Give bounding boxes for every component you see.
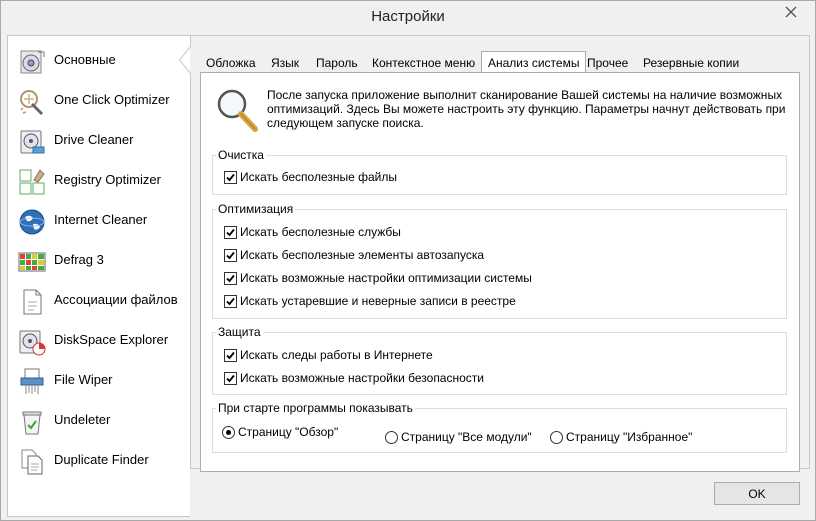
option-label: Искать устаревшие и неверные записи в ре… <box>240 294 516 308</box>
tab-bar: Обложка Язык Пароль Контекстное меню Ана… <box>200 51 800 73</box>
shredder-icon <box>20 368 44 394</box>
radio-button[interactable] <box>222 425 235 439</box>
radio-favorites[interactable]: Страницу "Избранное" <box>550 429 692 445</box>
check-icon <box>226 351 235 359</box>
checkbox[interactable] <box>224 348 237 362</box>
sidebar-item-label: Registry Optimizer <box>54 172 161 187</box>
sidebar-item-label: Defrag 3 <box>54 252 104 267</box>
info-description: После запуска приложение выполнит сканир… <box>267 88 786 130</box>
tab-password[interactable]: Пароль <box>316 54 358 72</box>
sidebar-item-file-wiper[interactable]: File Wiper <box>8 360 190 400</box>
sidebar-item-label: Ассоциации файлов <box>54 292 178 307</box>
magnifier-icon <box>217 89 258 132</box>
group-title: Защита <box>216 325 263 339</box>
option-security-settings[interactable]: Искать возможные настройки безопасности <box>224 370 484 386</box>
close-button[interactable] <box>771 1 810 22</box>
settings-window: Настройки Основные One Click Optimizer D… <box>0 0 816 521</box>
option-internet-traces[interactable]: Искать следы работы в Интернете <box>224 347 433 363</box>
checkbox[interactable] <box>224 271 237 285</box>
tab-language[interactable]: Язык <box>271 54 299 72</box>
tab-panel: После запуска приложение выполнит сканир… <box>200 72 800 472</box>
check-icon <box>226 297 235 305</box>
duplicate-files-icon <box>21 449 43 475</box>
sidebar-item-file-associations[interactable]: Ассоциации файлов <box>8 280 190 320</box>
option-registry-entries[interactable]: Искать устаревшие и неверные записи в ре… <box>224 293 516 309</box>
window-title: Настройки <box>371 8 445 25</box>
radio-overview[interactable]: Страницу "Обзор" <box>222 424 338 440</box>
sidebar-item-undeleter[interactable]: Undeleter <box>8 400 190 440</box>
disk-pie-icon <box>19 330 46 356</box>
group-cleanup: Очистка Искать бесполезные файлы <box>212 148 787 195</box>
radio-label: Страницу "Обзор" <box>238 425 339 439</box>
checkbox[interactable] <box>224 371 237 385</box>
option-label: Искать бесполезные файлы <box>240 170 398 184</box>
radio-button[interactable] <box>550 430 563 444</box>
magic-wand-icon <box>20 90 44 116</box>
sidebar-item-label: Duplicate Finder <box>54 452 149 467</box>
sidebar-item-general[interactable]: Основные <box>8 40 190 80</box>
selection-pointer <box>179 47 191 73</box>
tab-context-menu[interactable]: Контекстное меню <box>372 54 475 72</box>
option-label: Искать следы работы в Интернете <box>240 348 433 362</box>
sidebar-item-label: Drive Cleaner <box>54 132 134 147</box>
tab-misc[interactable]: Прочее <box>587 54 628 72</box>
sidebar-item-label: File Wiper <box>54 372 113 387</box>
radio-label: Страницу "Все модули" <box>401 430 532 444</box>
option-label: Искать возможные настройки безопасности <box>240 371 484 385</box>
radio-all-modules[interactable]: Страницу "Все модули" <box>385 429 532 445</box>
drive-cleaner-icon <box>20 130 45 154</box>
group-title: Оптимизация <box>216 202 296 216</box>
radio-button[interactable] <box>385 430 398 444</box>
group-protection: Защита Искать следы работы в Интернете И… <box>212 325 787 395</box>
tab-backups[interactable]: Резервные копии <box>643 54 739 72</box>
radio-label: Страницу "Избранное" <box>566 430 693 444</box>
option-useless-autostart[interactable]: Искать бесполезные элементы автозапуска <box>224 247 484 263</box>
globe-icon <box>19 209 45 235</box>
check-icon <box>226 374 235 382</box>
sidebar-item-label: DiskSpace Explorer <box>54 332 169 347</box>
option-useless-files[interactable]: Искать бесполезные файлы <box>224 169 397 185</box>
sidebar-item-defrag[interactable]: Defrag 3 <box>8 240 190 280</box>
checkbox[interactable] <box>224 170 237 184</box>
sidebar-item-label: Internet Cleaner <box>54 212 148 227</box>
settings-disk-icon <box>20 50 45 74</box>
close-icon <box>785 6 796 17</box>
sidebar: Основные One Click Optimizer Drive Clean… <box>7 35 190 517</box>
sidebar-item-one-click-optimizer[interactable]: One Click Optimizer <box>8 80 190 120</box>
tab-cover[interactable]: Обложка <box>206 54 256 72</box>
sidebar-item-registry-optimizer[interactable]: Registry Optimizer <box>8 160 190 200</box>
check-icon <box>226 251 235 259</box>
ok-button[interactable]: OK <box>714 482 800 505</box>
group-startup-page: При старте программы показывать Страницу… <box>212 401 787 453</box>
group-title: Очистка <box>216 148 266 162</box>
checkbox[interactable] <box>224 294 237 308</box>
sidebar-item-label: Основные <box>54 52 116 67</box>
check-icon <box>226 173 235 181</box>
sidebar-item-duplicate-finder[interactable]: Duplicate Finder <box>8 440 190 480</box>
option-label: Искать бесполезные элементы автозапуска <box>240 248 485 262</box>
check-icon <box>226 274 235 282</box>
title-bar: Настройки <box>1 1 815 31</box>
recycle-bin-icon <box>22 411 42 435</box>
sidebar-item-diskspace-explorer[interactable]: DiskSpace Explorer <box>8 320 190 360</box>
option-useless-services[interactable]: Искать бесполезные службы <box>224 224 401 240</box>
tab-system-analysis[interactable]: Анализ системы <box>481 51 587 73</box>
check-icon <box>226 228 235 236</box>
checkbox[interactable] <box>224 248 237 262</box>
defrag-grid-icon <box>18 252 46 272</box>
option-label: Искать бесполезные службы <box>240 225 401 239</box>
option-system-optimizations[interactable]: Искать возможные настройки оптимизации с… <box>224 270 532 286</box>
checkbox[interactable] <box>224 225 237 239</box>
option-label: Искать возможные настройки оптимизации с… <box>240 271 532 285</box>
group-optimization: Оптимизация Искать бесполезные службы Ис… <box>212 202 787 319</box>
sidebar-item-internet-cleaner[interactable]: Internet Cleaner <box>8 200 190 240</box>
sidebar-item-drive-cleaner[interactable]: Drive Cleaner <box>8 120 190 160</box>
sidebar-item-label: One Click Optimizer <box>54 92 170 107</box>
file-association-icon <box>23 289 42 315</box>
group-title: При старте программы показывать <box>216 401 415 415</box>
sidebar-item-label: Undeleter <box>54 412 111 427</box>
registry-icon <box>19 169 45 195</box>
